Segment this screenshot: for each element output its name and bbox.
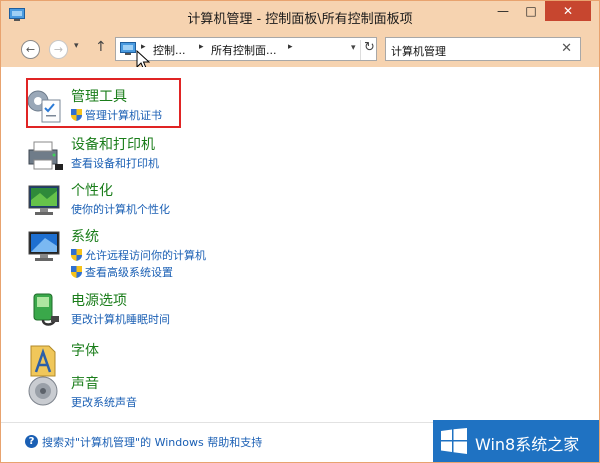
address-bar[interactable]: ▸ 控制... ▸ 所有控制面... ▸ ▾ ↻ [115, 37, 377, 61]
uac-shield-icon [71, 249, 82, 261]
item-link[interactable]: 使你的计算机个性化 [71, 201, 170, 217]
control-panel-icon [120, 42, 136, 55]
item-link-label[interactable]: 允许远程访问你的计算机 [85, 249, 206, 262]
item-link[interactable]: 允许远程访问你的计算机 [71, 247, 206, 263]
item-title[interactable]: 声音 [71, 373, 99, 393]
minimize-button[interactable]: — [489, 1, 517, 21]
breadcrumb-all-items[interactable]: 所有控制面... [211, 42, 277, 58]
system-icon [28, 231, 60, 261]
control-panel-window: 计算机管理 - 控制面板\所有控制面板项 — □ ✕ ← → ▾ ↑ ▸ 控制.… [0, 0, 600, 463]
uac-shield-icon [71, 266, 82, 278]
item-link[interactable]: 更改系统声音 [71, 394, 137, 410]
help-link[interactable]: 搜索对"计算机管理"的 Windows 帮助和支持 [42, 434, 262, 450]
item-link[interactable]: 更改计算机睡眠时间 [71, 311, 170, 327]
personalization-icon [28, 185, 60, 215]
item-title[interactable]: 电源选项 [71, 290, 127, 310]
help-icon: ? [25, 435, 38, 448]
recent-locations-dropdown[interactable]: ▾ [74, 41, 79, 51]
search-input[interactable]: 计算机管理 [391, 43, 446, 59]
search-box[interactable]: 计算机管理 ✕ [385, 37, 581, 61]
title-bar[interactable]: 计算机管理 - 控制面板\所有控制面板项 — □ ✕ [1, 1, 599, 31]
item-title[interactable]: 字体 [71, 340, 99, 360]
item-title[interactable]: 系统 [71, 226, 99, 246]
breadcrumb-control-panel[interactable]: 控制... [153, 42, 186, 58]
item-link-label[interactable]: 使你的计算机个性化 [71, 203, 170, 216]
close-button[interactable]: ✕ [545, 1, 591, 21]
item-title[interactable]: 个性化 [71, 180, 113, 200]
windows-logo-icon [441, 428, 467, 454]
address-dropdown-icon[interactable]: ▾ [351, 43, 356, 53]
forward-button[interactable]: → [49, 40, 68, 59]
power-icon [33, 293, 59, 326]
item-link-label[interactable]: 更改计算机睡眠时间 [71, 313, 170, 326]
clear-search-icon[interactable]: ✕ [561, 41, 572, 56]
item-link[interactable]: 查看设备和打印机 [71, 155, 159, 171]
item-title[interactable]: 设备和打印机 [71, 134, 155, 154]
refresh-button[interactable]: ↻ [360, 40, 378, 60]
watermark: Win8系统之家 [433, 420, 599, 462]
sound-icon [28, 376, 58, 406]
item-link-label[interactable]: 查看设备和打印机 [71, 157, 159, 170]
maximize-button[interactable]: □ [517, 1, 545, 21]
item-link[interactable]: 查看高级系统设置 [71, 264, 173, 280]
item-link-label[interactable]: 更改系统声音 [71, 396, 137, 409]
highlight-box [26, 78, 181, 128]
up-button[interactable]: ↑ [95, 39, 107, 55]
item-link-label[interactable]: 查看高级系统设置 [85, 266, 173, 279]
printer-icon [28, 141, 63, 170]
watermark-text: Win8系统之家 [475, 435, 580, 454]
back-button[interactable]: ← [21, 40, 40, 59]
breadcrumb-separator-icon[interactable]: ▸ [288, 42, 293, 52]
breadcrumb-separator-icon[interactable]: ▸ [199, 42, 204, 52]
navigation-bar: ← → ▾ ↑ ▸ 控制... ▸ 所有控制面... ▸ ▾ ↻ 计算机管理 ✕ [1, 31, 599, 67]
